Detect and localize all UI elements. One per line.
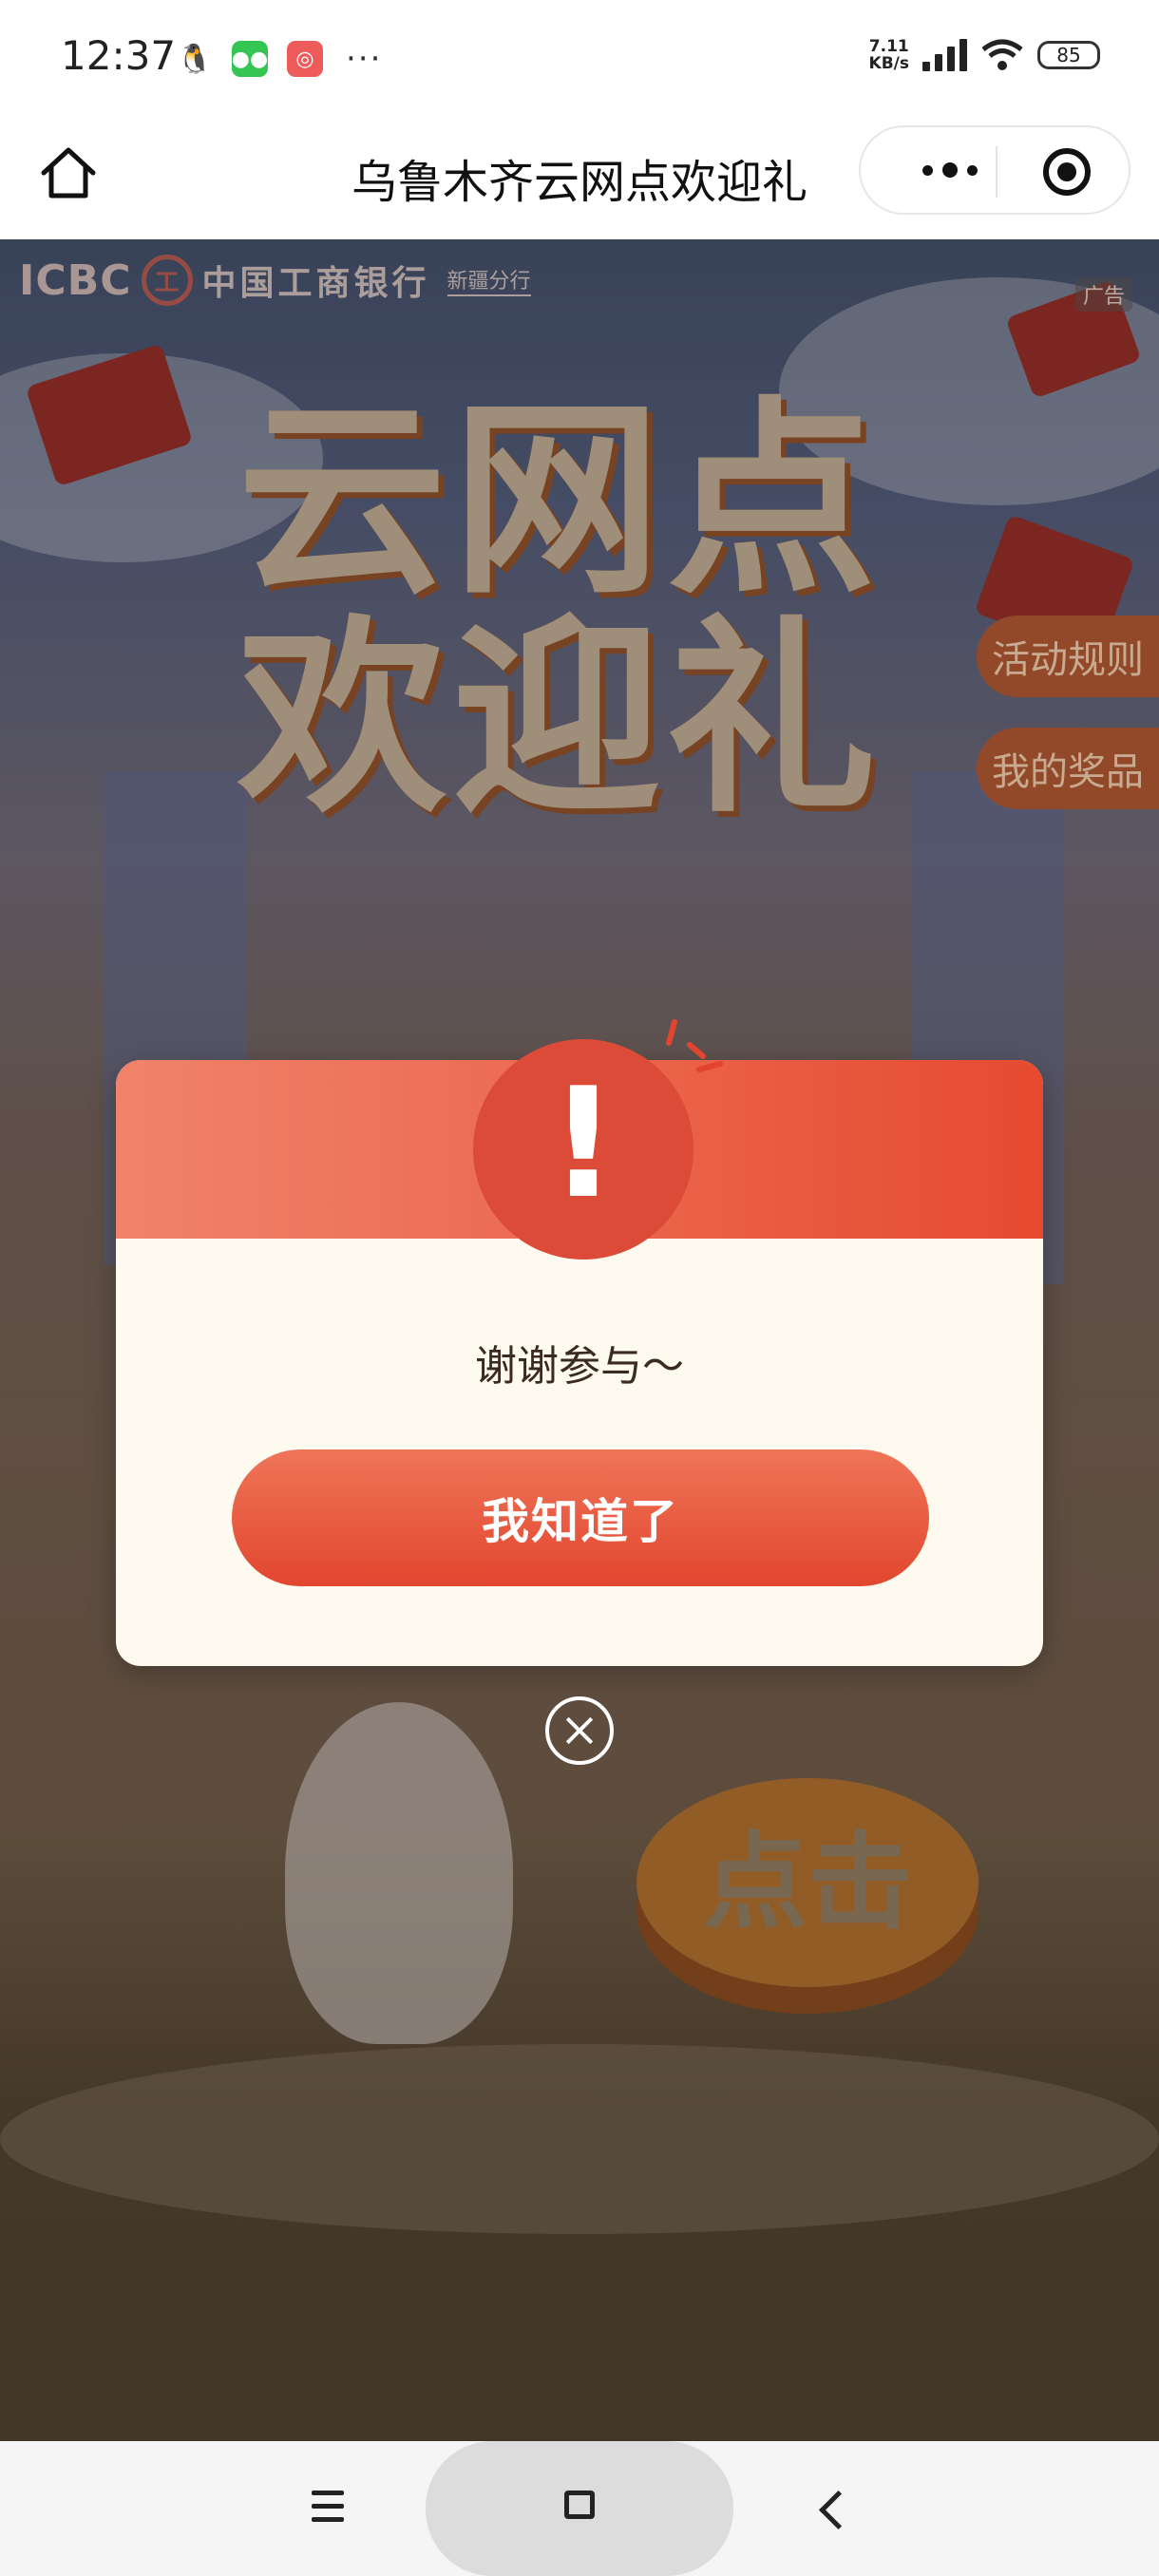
close-dialog-icon[interactable]	[545, 1696, 614, 1765]
back-icon[interactable]	[818, 2490, 859, 2530]
status-right: 7.11 KB/s 85	[869, 38, 1100, 72]
capsule-menu	[859, 125, 1130, 215]
wechat-icon: ●●	[232, 41, 268, 77]
confirm-button[interactable]: 我知道了	[232, 1449, 929, 1586]
battery-indicator: 85	[1037, 41, 1100, 69]
system-nav-bar	[0, 2441, 1159, 2576]
network-speed-unit: KB/s	[868, 54, 909, 73]
home-square-icon[interactable]	[564, 2491, 595, 2519]
alert-mark: !	[548, 1054, 618, 1232]
more-options-button[interactable]	[893, 146, 1007, 194]
status-bar: 12:37 🐧 ●● ◎ ··· 7.11 KB/s 85	[0, 0, 1159, 114]
status-time: 12:37	[61, 32, 177, 79]
qq-icon: 🐧	[177, 41, 213, 77]
mini-program-nav-bar: 乌鲁木齐云网点欢迎礼	[0, 114, 1159, 239]
alert-icon: !	[473, 1039, 694, 1260]
network-speed: 7.11 KB/s	[869, 38, 909, 72]
spark-decoration	[666, 1019, 723, 1072]
more-notifications-icon: ···	[346, 40, 383, 78]
notification-icons: 🐧 ●● ◎ ···	[177, 40, 382, 78]
close-miniprogram-icon[interactable]	[1043, 148, 1091, 196]
wifi-icon	[981, 39, 1023, 70]
red-app-icon: ◎	[287, 41, 323, 77]
menu-icon[interactable]	[312, 2491, 344, 2523]
network-speed-value: 7.11	[868, 37, 909, 56]
dialog-message: 谢谢参与～	[475, 1342, 684, 1391]
signal-icon	[922, 39, 967, 71]
capsule-divider	[996, 146, 998, 198]
